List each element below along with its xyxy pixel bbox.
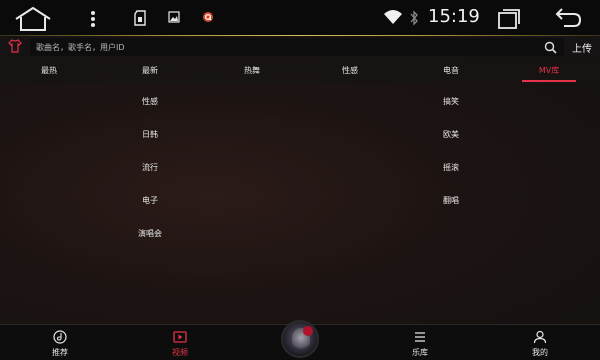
category-item-pop[interactable]: 流行 [120,162,180,173]
search-row: 上传 [0,36,600,58]
back-icon[interactable] [554,6,582,28]
recent-apps-icon[interactable] [497,8,521,30]
category-tabs: 最热 最新 热舞 性感 电音 MV库 [0,60,600,84]
search-icon[interactable] [544,41,557,54]
sd-card-icon [134,10,146,26]
wifi-icon [384,10,402,24]
category-item-jp-kr[interactable]: 日韩 [120,129,180,140]
nav-profile[interactable]: 我的 [510,325,570,360]
menu-dots-icon[interactable] [90,10,96,28]
category-item-electronic[interactable]: 电子 [120,195,180,206]
nav-library[interactable]: 乐库 [390,325,450,360]
nav-library-label: 乐库 [412,348,428,357]
tab-sexy[interactable]: 性感 [320,65,380,76]
home-icon[interactable] [14,6,52,32]
now-playing-disc[interactable] [281,320,319,358]
nav-video[interactable]: 视频 [150,325,210,360]
app-content: 上传 最热 最新 热舞 性感 电音 MV库 [0,36,600,324]
tab-hottest[interactable]: 最热 [19,65,79,76]
bluetooth-icon [410,10,418,26]
category-item-concert[interactable]: 演唱会 [120,228,180,239]
profile-icon [533,330,547,344]
library-icon [415,332,425,342]
rose-decoration [303,326,313,336]
category-item-rock[interactable]: 摇滚 [421,162,481,173]
nav-video-label: 视频 [172,348,188,357]
image-icon [168,11,180,23]
shirt-icon[interactable] [8,39,22,53]
tab-mv-library[interactable]: MV库 [519,65,579,76]
q-app-icon [203,12,213,22]
search-input[interactable] [36,39,536,55]
nav-profile-label: 我的 [532,348,548,357]
nav-recommend-label: 推荐 [52,348,68,357]
upload-button[interactable]: 上传 [572,40,592,55]
active-tab-indicator [522,80,576,82]
tab-newest[interactable]: 最新 [120,65,180,76]
nav-recommend[interactable]: 推荐 [30,325,90,360]
search-box[interactable] [30,38,564,56]
category-item-cover[interactable]: 翻唱 [421,195,481,206]
video-icon [173,331,187,343]
category-item-western[interactable]: 欧美 [421,129,481,140]
tab-electronic[interactable]: 电音 [421,65,481,76]
category-item-sexy[interactable]: 性感 [120,96,180,107]
tab-hot-dance[interactable]: 热舞 [222,65,282,76]
category-item-funny[interactable]: 搞笑 [421,96,481,107]
recommend-icon [53,330,67,344]
clock-time: 15:19 [428,6,480,27]
system-bar: 15:19 [0,0,600,36]
